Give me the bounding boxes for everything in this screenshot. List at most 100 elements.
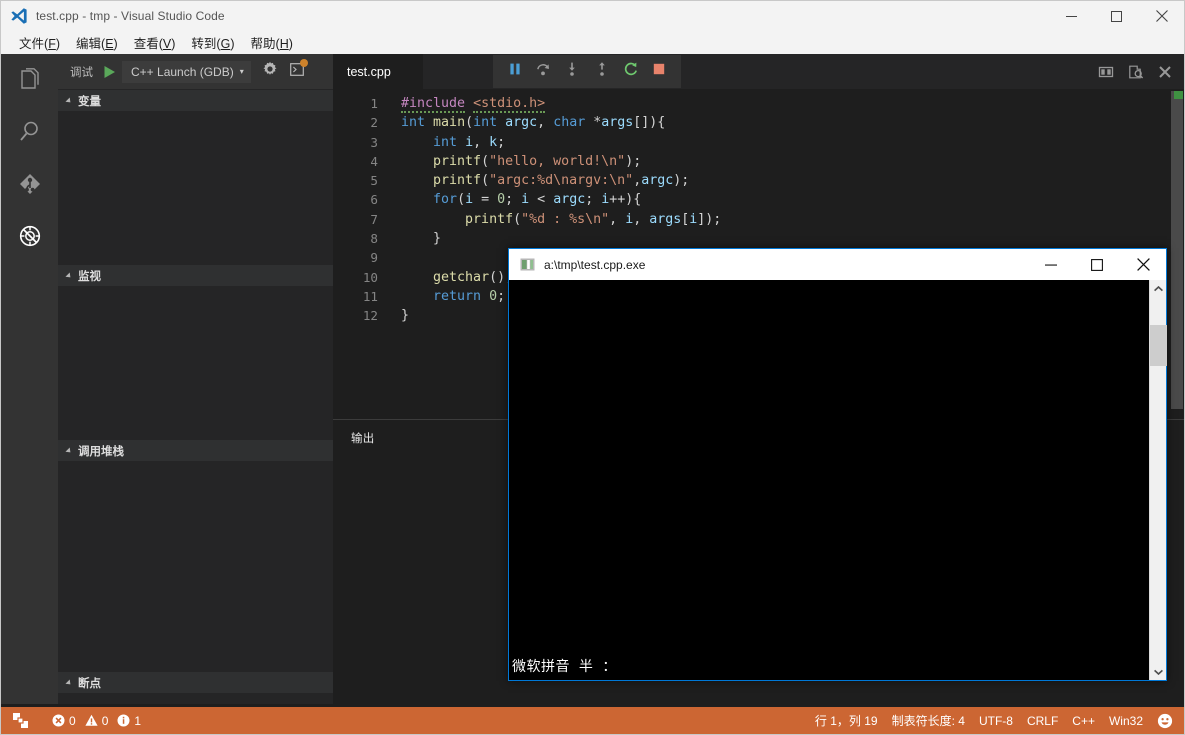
- scroll-down-button[interactable]: [1150, 663, 1167, 680]
- section-body-watch: [58, 286, 333, 439]
- restart-icon: [623, 61, 639, 77]
- console-window[interactable]: a:\tmp\test.cpp.exe 微软拼音 半 ：: [508, 248, 1167, 681]
- platform[interactable]: Win32: [1102, 707, 1150, 734]
- pause-icon: [508, 62, 522, 76]
- split-editor-button[interactable]: [1098, 64, 1114, 80]
- section-title-breakpoints: 断点: [78, 675, 101, 691]
- minimize-button[interactable]: [1049, 1, 1094, 31]
- menu-view-mnemonic: V: [163, 37, 171, 51]
- section-header-breakpoints[interactable]: 断点: [58, 671, 333, 693]
- sidebar-item-explorer[interactable]: [1, 54, 58, 106]
- menu-goto-mnemonic: G: [221, 37, 231, 51]
- play-icon: [103, 65, 116, 79]
- pause-button[interactable]: [508, 62, 522, 81]
- chevron-down-icon: [65, 447, 72, 454]
- eol[interactable]: CRLF: [1020, 707, 1065, 734]
- section-body-variables: [58, 111, 333, 264]
- step-into-icon: [564, 61, 580, 77]
- remote-window-button[interactable]: [12, 712, 29, 729]
- line-number: 6: [333, 190, 378, 209]
- maximize-button[interactable]: [1094, 1, 1139, 31]
- section-body-breakpoints: [58, 693, 333, 694]
- toggle-debug-console-button[interactable]: [290, 62, 305, 82]
- menu-edit[interactable]: 编辑(E): [68, 31, 126, 54]
- section-title-call-stack: 调用堆栈: [78, 443, 124, 459]
- console-titlebar[interactable]: a:\tmp\test.cpp.exe: [509, 249, 1166, 280]
- tab-test-cpp[interactable]: test.cpp: [333, 54, 423, 89]
- sidebar-item-search[interactable]: [1, 106, 58, 158]
- step-into-button[interactable]: [564, 61, 580, 82]
- debug-icon: [17, 223, 43, 249]
- line-number: 12: [333, 306, 378, 325]
- scroll-up-button[interactable]: [1150, 280, 1167, 297]
- menu-goto[interactable]: 转到(G): [183, 31, 242, 54]
- start-debugging-button[interactable]: [103, 65, 116, 79]
- close-icon: [1158, 65, 1172, 79]
- chevron-up-icon: [1154, 286, 1163, 292]
- search-icon: [17, 119, 43, 145]
- section-body-call-stack: [58, 461, 333, 671]
- minimize-button[interactable]: [1028, 249, 1074, 280]
- section-header-watch[interactable]: 监视: [58, 264, 333, 286]
- editor-scrollbar-thumb[interactable]: [1171, 91, 1183, 409]
- titlebar: test.cpp - tmp - Visual Studio Code: [1, 1, 1184, 31]
- menu-help-label: 帮助: [251, 37, 276, 51]
- statusbar-left: 0 0 1: [1, 707, 148, 734]
- console-scrollbar-thumb[interactable]: [1150, 325, 1167, 366]
- console-title-text: a:\tmp\test.cpp.exe: [544, 258, 645, 272]
- info-count: 1: [134, 714, 141, 728]
- warning-icon: [85, 714, 98, 727]
- chevron-down-icon: [65, 97, 72, 104]
- stop-button[interactable]: [652, 62, 666, 81]
- maximize-button[interactable]: [1074, 249, 1120, 280]
- console-window-controls: [1028, 249, 1166, 280]
- code-text: #include <stdio.h>: [378, 94, 545, 113]
- close-editor-button[interactable]: [1158, 65, 1172, 79]
- section-header-call-stack[interactable]: 调用堆栈: [58, 439, 333, 461]
- menu-view-label: 查看: [134, 37, 159, 51]
- menu-file[interactable]: 文件(F): [11, 31, 68, 54]
- debug-sidebar-header: 调试 C++ Launch (GDB) ▾: [58, 54, 333, 89]
- feedback-button[interactable]: [1150, 707, 1180, 734]
- console-scrollbar[interactable]: [1149, 280, 1166, 680]
- menu-edit-mnemonic: E: [105, 37, 113, 51]
- menu-view[interactable]: 查看(V): [126, 31, 184, 54]
- open-launch-json-button[interactable]: [262, 61, 278, 82]
- step-over-button[interactable]: [535, 61, 551, 82]
- encoding[interactable]: UTF-8: [972, 707, 1020, 734]
- problems-button[interactable]: 0 0 1: [45, 707, 148, 734]
- code-text: }: [378, 306, 409, 325]
- menu-help[interactable]: 帮助(H): [243, 31, 301, 54]
- restart-button[interactable]: [623, 61, 639, 82]
- code-line: 6 for(i = 0; i < argc; i++){: [333, 190, 1184, 209]
- section-title-variables: 变量: [78, 93, 101, 109]
- close-button[interactable]: [1139, 1, 1184, 31]
- menu-file-label: 文件: [19, 37, 44, 51]
- menu-help-mnemonic: H: [280, 37, 289, 51]
- debug-configuration-select[interactable]: C++ Launch (GDB) ▾: [122, 61, 251, 83]
- console-output-area[interactable]: 微软拼音 半 ：: [509, 280, 1166, 680]
- section-header-variables[interactable]: 变量: [58, 89, 333, 111]
- code-text: int main(int argc, char *args[]){: [378, 113, 665, 132]
- activity-bar: [1, 54, 58, 704]
- code-text: return 0;: [378, 287, 505, 306]
- line-number: 1: [333, 94, 378, 113]
- editor-scrollbar[interactable]: [1170, 89, 1184, 419]
- menu-edit-label: 编辑: [76, 37, 101, 51]
- debug-configuration-value: C++ Launch (GDB): [131, 65, 234, 79]
- smiley-icon: [1157, 713, 1173, 729]
- language-mode[interactable]: C++: [1065, 707, 1102, 734]
- statusbar: 0 0 1: [1, 707, 1184, 734]
- open-changes-button[interactable]: [1128, 64, 1144, 80]
- sidebar-item-debug[interactable]: [1, 210, 58, 262]
- close-button[interactable]: [1120, 249, 1166, 280]
- code-line: 5 printf("argc:%d\nargv:\n",argc);: [333, 171, 1184, 190]
- line-number: 10: [333, 268, 378, 287]
- code-text: printf("%d : %s\n", i, args[i]);: [378, 210, 721, 229]
- tab-output[interactable]: 输出: [351, 430, 375, 446]
- cursor-position[interactable]: 行 1，列 19: [808, 707, 885, 734]
- step-out-button[interactable]: [594, 61, 610, 82]
- tab-size[interactable]: 制表符长度: 4: [885, 707, 972, 734]
- sidebar-item-source-control[interactable]: [1, 158, 58, 210]
- section-title-watch: 监视: [78, 268, 101, 284]
